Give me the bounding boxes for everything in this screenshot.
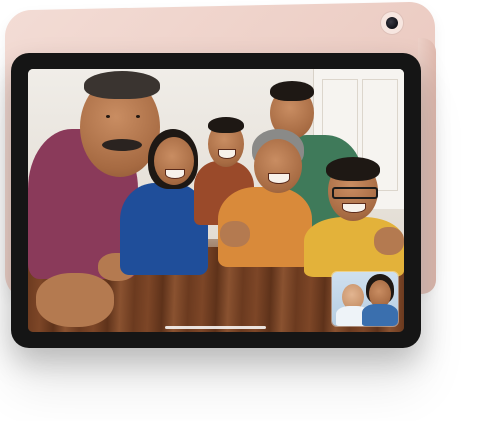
participant-hair: [84, 71, 160, 99]
participant-smile: [268, 173, 290, 184]
participant-hand: [36, 273, 114, 327]
participant-hand: [374, 227, 404, 255]
self-view-pip[interactable]: [332, 272, 398, 326]
participant-hair: [326, 157, 380, 181]
ipad-front: [11, 53, 421, 348]
rear-camera-icon: [381, 12, 403, 34]
pip-woman-body: [362, 304, 398, 326]
participant-smile: [165, 169, 185, 179]
product-image: [0, 0, 502, 421]
facetime-screen: [28, 69, 404, 332]
participant-boy-glasses: [304, 157, 404, 277]
participant-grandmother: [212, 129, 312, 269]
participant-smile: [342, 203, 366, 213]
participant-hand: [220, 221, 250, 247]
participant-eye: [136, 115, 140, 118]
participant-face: [254, 139, 302, 193]
home-indicator[interactable]: [165, 326, 266, 329]
participant-eye: [106, 115, 110, 118]
participant-glasses: [332, 187, 378, 199]
participant-hair: [270, 81, 314, 101]
